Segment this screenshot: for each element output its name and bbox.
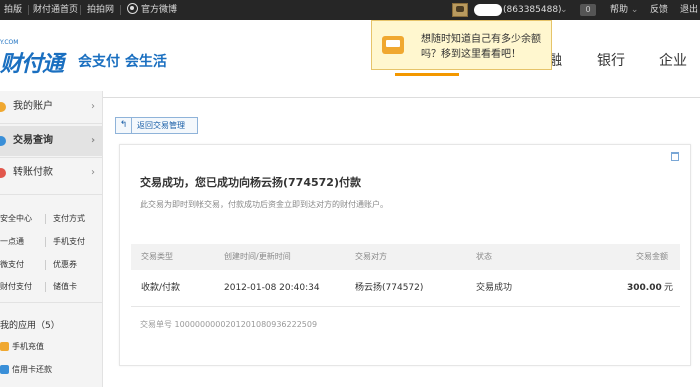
nav-item-enterprise[interactable]: 企业	[659, 50, 687, 70]
sidebar-link-coupons[interactable]: 优惠券	[53, 259, 77, 270]
success-title: 交易成功，您已成功向杨云扬(774572)付款	[140, 176, 361, 189]
chevron-right-icon: ›	[91, 167, 95, 178]
column-header-time: 创建时间/更新时间	[224, 252, 291, 261]
sidebar-item-label: 交易查询	[13, 135, 53, 146]
tooltip-line-2: 吗？移到这里看看吧！	[421, 49, 521, 60]
column-header-amount: 交易金额	[636, 252, 668, 261]
grid-separator	[45, 214, 46, 224]
app-item-phone-recharge[interactable]: 手机充值	[0, 341, 44, 352]
credit-card-icon	[0, 365, 9, 374]
topbar-link-weibo[interactable]: 官方微博	[127, 0, 177, 20]
trash-icon[interactable]	[671, 152, 679, 161]
back-to-transactions-button[interactable]: ↰ 返回交易管理	[115, 117, 198, 134]
search-icon	[0, 136, 6, 146]
transfer-icon	[0, 168, 6, 178]
sidebar-divider	[0, 123, 103, 124]
table-header: 交易类型 创建时间/更新时间 交易对方 状态 交易金额	[131, 244, 680, 270]
nickname-redacted[interactable]	[474, 4, 502, 16]
sidebar-item-transfer[interactable]: 转账付款 ›	[0, 158, 103, 188]
my-apps-title: 我的应用（5）	[0, 321, 60, 331]
sidebar: 我的账户 › 交易查询 › 转账付款 › 安全中心 支付方式 一点通 手机支付 …	[0, 91, 103, 387]
account-icon	[0, 102, 6, 112]
transaction-number-label: 交易单号	[140, 320, 172, 329]
grid-separator	[45, 260, 46, 270]
nav-active-indicator	[395, 73, 459, 76]
cell-time: 2012-01-08 20:40:34	[224, 283, 320, 293]
sidebar-divider	[0, 194, 103, 195]
topbar-weibo-label: 官方微博	[141, 5, 178, 15]
cell-counterparty[interactable]: 杨云扬(774572)	[355, 270, 423, 306]
weibo-icon	[127, 3, 138, 14]
sidebar-item-label: 我的账户	[13, 101, 53, 112]
topbar-link-paiban[interactable]: 拍版	[4, 0, 22, 20]
transaction-number: 交易单号 1000000000201201080936222509	[140, 319, 317, 330]
balance-tooltip[interactable]: 想随时知道自己有多少余额 吗？移到这里看看吧！	[371, 20, 552, 70]
logo-slogan: 会支付 会生活	[78, 54, 167, 70]
help-menu[interactable]: 帮助 ⌄	[610, 0, 638, 20]
sidebar-link-yidiantong[interactable]: 一点通	[0, 236, 24, 247]
app-label: 信用卡还款	[12, 365, 52, 374]
sidebar-link-security[interactable]: 安全中心	[0, 213, 32, 224]
sidebar-link-stored-card[interactable]: 储值卡	[53, 281, 77, 292]
tooltip-line-1: 想随时知道自己有多少余额	[421, 34, 541, 45]
logout-link[interactable]: 退出	[680, 0, 698, 20]
cell-status: 交易成功	[476, 283, 513, 293]
success-subtitle: 此交易为即时到帐交易，付款成功后资金立即到达对方的财付通账户。	[140, 200, 388, 209]
site-header: Y.COM 财付通 会支付 会生活 融 银行 企业	[0, 20, 700, 98]
back-button-label: 返回交易管理	[137, 121, 185, 130]
top-bar: 拍版 财付通首页 拍拍网 官方微博 (863385488) ⌄ 0 帮助 ⌄ 反…	[0, 0, 700, 20]
account-id[interactable]: (863385488)	[503, 0, 562, 20]
grid-separator	[45, 282, 46, 292]
sidebar-link-payment-method[interactable]: 支付方式	[53, 213, 85, 224]
tenpay-logo[interactable]: 财付通	[0, 46, 64, 78]
column-header-type: 交易类型	[141, 252, 173, 261]
wallet-icon	[382, 36, 404, 54]
topbar-link-tenpay-home[interactable]: 财付通首页	[33, 0, 78, 20]
cell-currency: 元	[664, 283, 674, 293]
topbar-separator	[80, 5, 81, 15]
sidebar-link-tenpay-pay[interactable]: 财付支付	[0, 281, 32, 292]
sidebar-link-micropay[interactable]: 微支付	[0, 259, 24, 270]
app-label: 手机充值	[12, 342, 44, 351]
sidebar-item-my-account[interactable]: 我的账户 ›	[0, 92, 103, 122]
table-row-divider	[131, 306, 680, 307]
topbar-separator	[28, 5, 29, 15]
sidebar-item-transactions[interactable]: 交易查询 ›	[0, 126, 103, 156]
transaction-number-value: 1000000000201201080936222509	[174, 320, 318, 329]
chevron-right-icon: ›	[91, 135, 96, 146]
topbar-link-paipai[interactable]: 拍拍网	[87, 0, 114, 20]
cell-amount: 300.00	[627, 283, 662, 293]
help-label: 帮助	[610, 5, 629, 15]
avatar[interactable]	[452, 3, 468, 17]
cell-type: 收款/付款	[141, 283, 181, 293]
column-header-status: 状态	[476, 252, 492, 261]
topbar-separator	[120, 5, 121, 15]
grid-separator	[45, 237, 46, 247]
chevron-down-icon: ⌄	[628, 5, 639, 15]
transaction-result-card: 交易成功，您已成功向杨云扬(774572)付款 此交易为即时到帐交易，付款成功后…	[119, 144, 691, 366]
sidebar-divider	[0, 302, 103, 303]
sidebar-item-label: 转账付款	[13, 167, 53, 178]
nav-item-bank[interactable]: 银行	[597, 50, 625, 70]
sidebar-link-mobile-pay[interactable]: 手机支付	[53, 236, 85, 247]
chevron-right-icon: ›	[91, 101, 95, 112]
back-arrow-icon: ↰	[116, 118, 132, 133]
phone-icon	[0, 342, 9, 351]
feedback-link[interactable]: 反馈	[650, 0, 668, 20]
chevron-down-icon[interactable]: ⌄	[560, 0, 568, 20]
message-count-badge[interactable]: 0	[580, 4, 596, 16]
column-header-counterparty: 交易对方	[355, 252, 387, 261]
app-item-credit-card[interactable]: 信用卡还款	[0, 364, 52, 375]
logo-url: Y.COM	[0, 39, 19, 46]
